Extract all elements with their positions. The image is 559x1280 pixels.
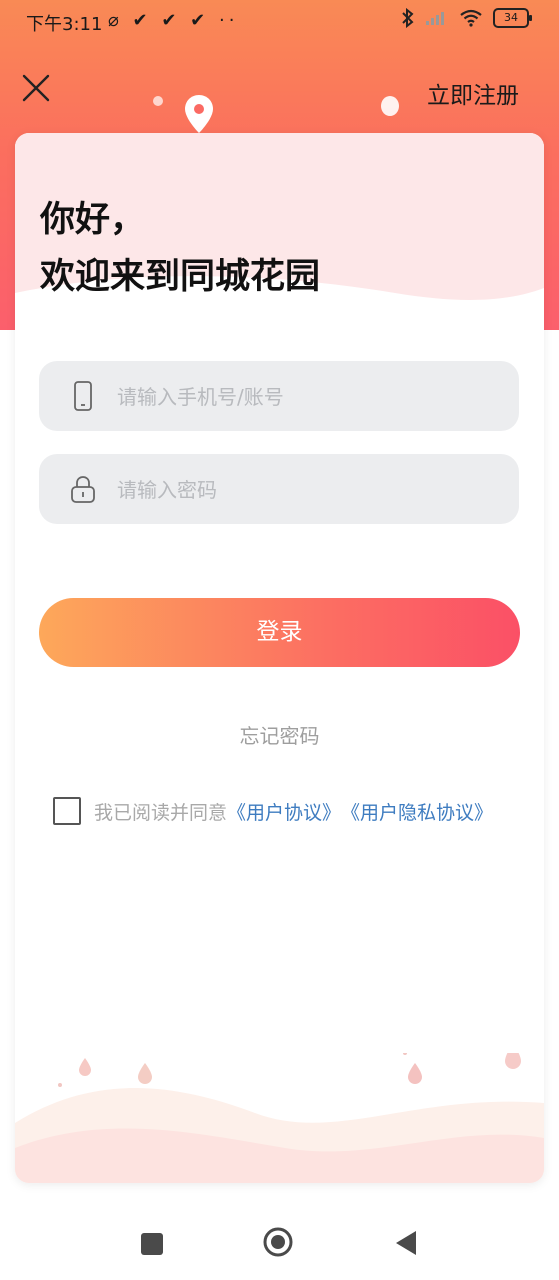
greeting-line-2: 欢迎来到同城花园: [40, 257, 321, 297]
user-agreement-link[interactable]: 《用户协议》: [227, 798, 341, 825]
greeting-line-1: 你好，: [40, 200, 146, 240]
recents-icon[interactable]: [141, 1233, 163, 1255]
phone-input[interactable]: [115, 361, 499, 433]
decor-dot: [381, 96, 399, 116]
system-icons: 34: [401, 8, 532, 28]
signal-icon: [426, 12, 444, 25]
battery-icon: 34: [493, 8, 532, 28]
notification-icons: ⌀ ✔ ✔ ✔ ··: [108, 10, 239, 31]
phone-icon: [74, 381, 92, 411]
register-link[interactable]: 立即注册: [427, 76, 519, 110]
password-input[interactable]: [115, 454, 499, 526]
status-time: 下午3:11: [26, 14, 103, 35]
close-icon[interactable]: [20, 72, 52, 104]
status-bar: 下午3:11 ⌀ ✔ ✔ ✔ ·· 34: [0, 0, 559, 42]
agreement-prefix: 我已阅读并同意: [94, 801, 228, 824]
password-field[interactable]: [39, 454, 519, 526]
login-card: 你好， 欢迎来到同城花园 登录 忘记密码 我已阅读并同意 《用户协议》 《用户隐…: [15, 133, 544, 1183]
location-pin-icon: [185, 95, 213, 133]
bluetooth-icon: [402, 8, 414, 28]
agreement-row: 我已阅读并同意 《用户协议》 《用户隐私协议》: [53, 797, 493, 825]
lock-icon: [71, 476, 95, 503]
system-navigation-bar: [0, 1205, 559, 1280]
back-icon[interactable]: [395, 1230, 417, 1256]
login-button[interactable]: 登录: [39, 598, 520, 667]
phone-field[interactable]: [39, 361, 519, 433]
home-icon[interactable]: [263, 1227, 293, 1257]
decor-dot: [153, 96, 163, 106]
privacy-agreement-link[interactable]: 《用户隐私协议》: [341, 798, 493, 825]
bottom-hills-decoration: [15, 1053, 544, 1183]
wifi-icon: [460, 9, 482, 27]
agreement-checkbox[interactable]: [53, 797, 81, 825]
forgot-password-link[interactable]: 忘记密码: [15, 720, 544, 749]
